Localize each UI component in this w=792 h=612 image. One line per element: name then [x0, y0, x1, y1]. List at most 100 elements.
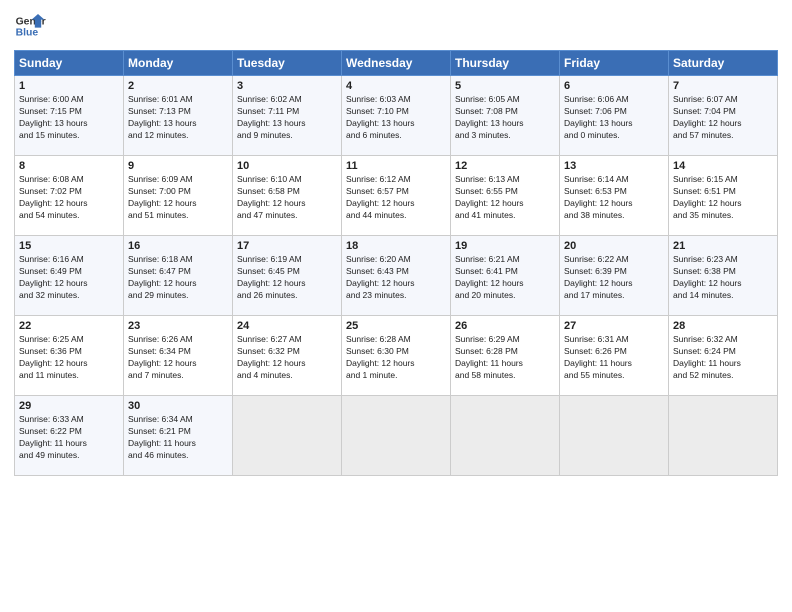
day-info: Daylight: 13 hours [128, 118, 228, 130]
day-info: Sunset: 6:43 PM [346, 266, 446, 278]
day-info: and 26 minutes. [237, 290, 337, 302]
day-info: and 51 minutes. [128, 210, 228, 222]
day-info: Sunrise: 6:14 AM [564, 174, 664, 186]
day-info: Sunset: 6:47 PM [128, 266, 228, 278]
calendar-cell: 24Sunrise: 6:27 AMSunset: 6:32 PMDayligh… [233, 316, 342, 396]
week-row-5: 29Sunrise: 6:33 AMSunset: 6:22 PMDayligh… [15, 396, 778, 476]
day-info: and 14 minutes. [673, 290, 773, 302]
day-number: 28 [673, 320, 773, 332]
day-info: Daylight: 12 hours [237, 198, 337, 210]
day-info: Sunrise: 6:12 AM [346, 174, 446, 186]
calendar-cell: 1Sunrise: 6:00 AMSunset: 7:15 PMDaylight… [15, 76, 124, 156]
calendar-header: SundayMondayTuesdayWednesdayThursdayFrid… [15, 51, 778, 76]
week-row-1: 1Sunrise: 6:00 AMSunset: 7:15 PMDaylight… [15, 76, 778, 156]
day-info: Sunrise: 6:02 AM [237, 94, 337, 106]
day-info: Sunset: 6:30 PM [346, 346, 446, 358]
day-info: and 12 minutes. [128, 130, 228, 142]
calendar-cell: 8Sunrise: 6:08 AMSunset: 7:02 PMDaylight… [15, 156, 124, 236]
day-info: Sunset: 6:41 PM [455, 266, 555, 278]
logo-icon: General Blue [14, 10, 46, 42]
day-info: Sunset: 6:51 PM [673, 186, 773, 198]
day-number: 21 [673, 240, 773, 252]
day-info: Daylight: 11 hours [673, 358, 773, 370]
day-info: Sunset: 7:04 PM [673, 106, 773, 118]
day-info: Sunset: 7:02 PM [19, 186, 119, 198]
header: General Blue [14, 10, 778, 42]
day-info: Sunrise: 6:15 AM [673, 174, 773, 186]
day-info: Sunset: 7:10 PM [346, 106, 446, 118]
day-info: Sunrise: 6:03 AM [346, 94, 446, 106]
day-info: Sunset: 6:22 PM [19, 426, 119, 438]
day-info: Sunrise: 6:07 AM [673, 94, 773, 106]
day-info: Daylight: 12 hours [346, 198, 446, 210]
day-number: 7 [673, 80, 773, 92]
day-info: Daylight: 12 hours [455, 278, 555, 290]
day-info: Daylight: 12 hours [673, 278, 773, 290]
svg-text:Blue: Blue [16, 28, 39, 39]
calendar-cell: 26Sunrise: 6:29 AMSunset: 6:28 PMDayligh… [451, 316, 560, 396]
day-info: Daylight: 12 hours [19, 358, 119, 370]
calendar-cell: 28Sunrise: 6:32 AMSunset: 6:24 PMDayligh… [669, 316, 778, 396]
day-info: Sunrise: 6:29 AM [455, 334, 555, 346]
day-number: 30 [128, 400, 228, 412]
calendar-cell [451, 396, 560, 476]
day-number: 14 [673, 160, 773, 172]
day-info: Sunset: 7:15 PM [19, 106, 119, 118]
day-info: Sunset: 6:53 PM [564, 186, 664, 198]
day-info: Sunrise: 6:08 AM [19, 174, 119, 186]
day-info: Sunset: 6:45 PM [237, 266, 337, 278]
header-saturday: Saturday [669, 51, 778, 76]
day-info: Daylight: 11 hours [128, 438, 228, 450]
calendar-cell: 6Sunrise: 6:06 AMSunset: 7:06 PMDaylight… [560, 76, 669, 156]
day-info: and 6 minutes. [346, 130, 446, 142]
day-info: and 58 minutes. [455, 370, 555, 382]
day-info: Sunset: 6:24 PM [673, 346, 773, 358]
day-info: and 7 minutes. [128, 370, 228, 382]
day-info: Daylight: 12 hours [237, 358, 337, 370]
day-number: 6 [564, 80, 664, 92]
day-number: 9 [128, 160, 228, 172]
day-info: and 20 minutes. [455, 290, 555, 302]
day-info: and 38 minutes. [564, 210, 664, 222]
day-number: 25 [346, 320, 446, 332]
calendar-cell: 27Sunrise: 6:31 AMSunset: 6:26 PMDayligh… [560, 316, 669, 396]
header-thursday: Thursday [451, 51, 560, 76]
day-info: Sunrise: 6:22 AM [564, 254, 664, 266]
calendar-cell: 30Sunrise: 6:34 AMSunset: 6:21 PMDayligh… [124, 396, 233, 476]
calendar-cell: 7Sunrise: 6:07 AMSunset: 7:04 PMDaylight… [669, 76, 778, 156]
day-number: 18 [346, 240, 446, 252]
calendar-cell: 11Sunrise: 6:12 AMSunset: 6:57 PMDayligh… [342, 156, 451, 236]
day-info: Sunrise: 6:13 AM [455, 174, 555, 186]
day-info: Sunrise: 6:23 AM [673, 254, 773, 266]
day-number: 1 [19, 80, 119, 92]
calendar-cell: 20Sunrise: 6:22 AMSunset: 6:39 PMDayligh… [560, 236, 669, 316]
day-info: Sunset: 6:58 PM [237, 186, 337, 198]
calendar-cell: 9Sunrise: 6:09 AMSunset: 7:00 PMDaylight… [124, 156, 233, 236]
day-info: Sunrise: 6:28 AM [346, 334, 446, 346]
calendar-page: General Blue SundayMondayTuesdayWednesda… [0, 0, 792, 612]
day-info: Sunset: 6:38 PM [673, 266, 773, 278]
day-number: 23 [128, 320, 228, 332]
day-info: Sunset: 6:36 PM [19, 346, 119, 358]
day-info: Daylight: 12 hours [564, 278, 664, 290]
day-info: Sunset: 7:00 PM [128, 186, 228, 198]
header-friday: Friday [560, 51, 669, 76]
calendar-table: SundayMondayTuesdayWednesdayThursdayFrid… [14, 50, 778, 476]
day-number: 24 [237, 320, 337, 332]
day-number: 27 [564, 320, 664, 332]
day-info: Sunset: 6:32 PM [237, 346, 337, 358]
day-number: 16 [128, 240, 228, 252]
day-info: and 9 minutes. [237, 130, 337, 142]
calendar-cell: 29Sunrise: 6:33 AMSunset: 6:22 PMDayligh… [15, 396, 124, 476]
calendar-cell: 25Sunrise: 6:28 AMSunset: 6:30 PMDayligh… [342, 316, 451, 396]
day-info: Sunset: 6:55 PM [455, 186, 555, 198]
calendar-cell [560, 396, 669, 476]
day-info: Sunrise: 6:33 AM [19, 414, 119, 426]
day-number: 11 [346, 160, 446, 172]
header-tuesday: Tuesday [233, 51, 342, 76]
calendar-cell: 14Sunrise: 6:15 AMSunset: 6:51 PMDayligh… [669, 156, 778, 236]
day-number: 5 [455, 80, 555, 92]
day-info: Daylight: 13 hours [455, 118, 555, 130]
calendar-cell [342, 396, 451, 476]
day-info: Daylight: 11 hours [19, 438, 119, 450]
